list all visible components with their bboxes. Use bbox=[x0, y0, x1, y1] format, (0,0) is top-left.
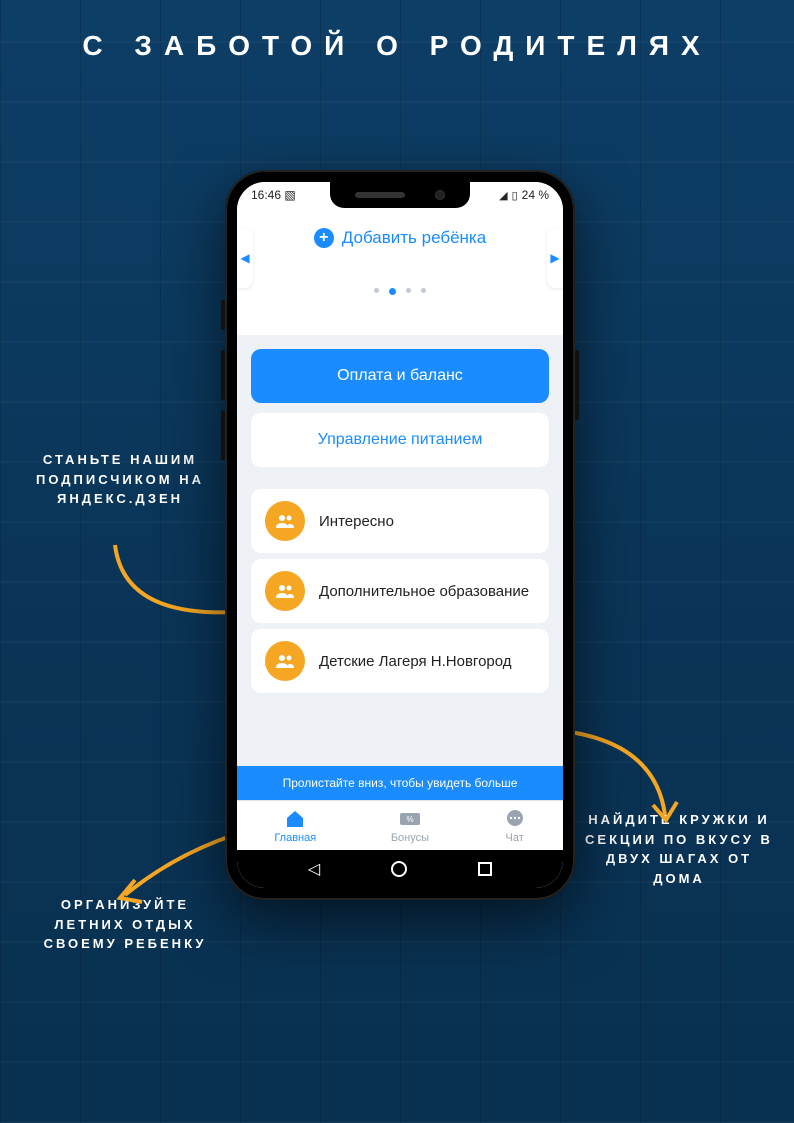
nav-bonus[interactable]: % Бонусы bbox=[391, 809, 429, 844]
battery-icon: ▯ bbox=[512, 189, 518, 202]
carousel-prev[interactable]: ◀ bbox=[237, 228, 253, 288]
nav-label: Чат bbox=[506, 832, 524, 844]
speaker-icon bbox=[355, 192, 405, 198]
menu-item-education[interactable]: Дополнительное образование bbox=[251, 559, 549, 623]
phone-side-button bbox=[221, 410, 225, 460]
carousel-next[interactable]: ▶ bbox=[547, 228, 563, 288]
phone-side-button bbox=[575, 350, 579, 420]
add-child-section: + Добавить ребёнка ◀ ▶ bbox=[237, 208, 563, 335]
home-icon bbox=[284, 809, 306, 829]
plus-icon: + bbox=[314, 228, 334, 248]
carousel-dots: ◀ ▶ bbox=[237, 248, 563, 305]
status-time: 16:46 ▧ bbox=[251, 188, 296, 202]
android-home-button[interactable] bbox=[391, 861, 407, 877]
people-icon bbox=[265, 571, 305, 611]
menu-label: Детские Лагеря Н.Новгород bbox=[319, 653, 512, 670]
phone-screen: 16:46 ▧ ◢ ▯ 24 % + Добавить ребёнка ◀ ▶ bbox=[237, 182, 563, 888]
meal-management-button[interactable]: Управление питанием bbox=[251, 413, 549, 467]
phone-frame: 16:46 ▧ ◢ ▯ 24 % + Добавить ребёнка ◀ ▶ bbox=[225, 170, 575, 900]
page-title: С ЗАБОТОЙ О РОДИТЕЛЯХ bbox=[0, 0, 794, 62]
scroll-hint: Пролистайте вниз, чтобы увидеть больше bbox=[237, 766, 563, 800]
nav-home[interactable]: Главная bbox=[274, 809, 316, 844]
people-icon bbox=[265, 641, 305, 681]
payment-balance-button[interactable]: Оплата и баланс bbox=[251, 349, 549, 403]
nav-chat[interactable]: Чат bbox=[504, 809, 526, 844]
add-child-button[interactable]: + Добавить ребёнка bbox=[314, 228, 486, 248]
android-nav-bar: ◁ bbox=[237, 850, 563, 888]
menu-item-interesting[interactable]: Интересно bbox=[251, 489, 549, 553]
callout-dzen: СТАНЬТЕ НАШИМ ПОДПИСЧИКОМ НА ЯНДЕКС.ДЗЕН bbox=[30, 450, 210, 509]
ticket-icon: % bbox=[399, 809, 421, 829]
android-recent-button[interactable] bbox=[478, 862, 492, 876]
status-battery: 24 % bbox=[522, 188, 549, 202]
svg-text:%: % bbox=[406, 815, 413, 824]
dot[interactable] bbox=[406, 288, 411, 293]
nav-label: Главная bbox=[274, 832, 316, 844]
chat-icon bbox=[504, 809, 526, 829]
menu-item-camps[interactable]: Детские Лагеря Н.Новгород bbox=[251, 629, 549, 693]
add-child-label: Добавить ребёнка bbox=[342, 228, 486, 248]
menu-label: Дополнительное образование bbox=[319, 583, 529, 600]
dot[interactable] bbox=[374, 288, 379, 293]
dot[interactable] bbox=[421, 288, 426, 293]
menu-label: Интересно bbox=[319, 513, 394, 530]
camera-icon bbox=[435, 190, 445, 200]
phone-notch bbox=[330, 182, 470, 208]
phone-side-button bbox=[221, 350, 225, 400]
nav-label: Бонусы bbox=[391, 832, 429, 844]
dot-active[interactable] bbox=[389, 288, 396, 295]
phone-side-button bbox=[221, 300, 225, 330]
signal-icon: ◢ bbox=[499, 189, 507, 202]
android-back-button[interactable]: ◁ bbox=[308, 859, 320, 879]
app-content: + Добавить ребёнка ◀ ▶ Оплата и баланс У… bbox=[237, 208, 563, 888]
bottom-nav: Главная % Бонусы Чат bbox=[237, 800, 563, 850]
people-icon bbox=[265, 501, 305, 541]
